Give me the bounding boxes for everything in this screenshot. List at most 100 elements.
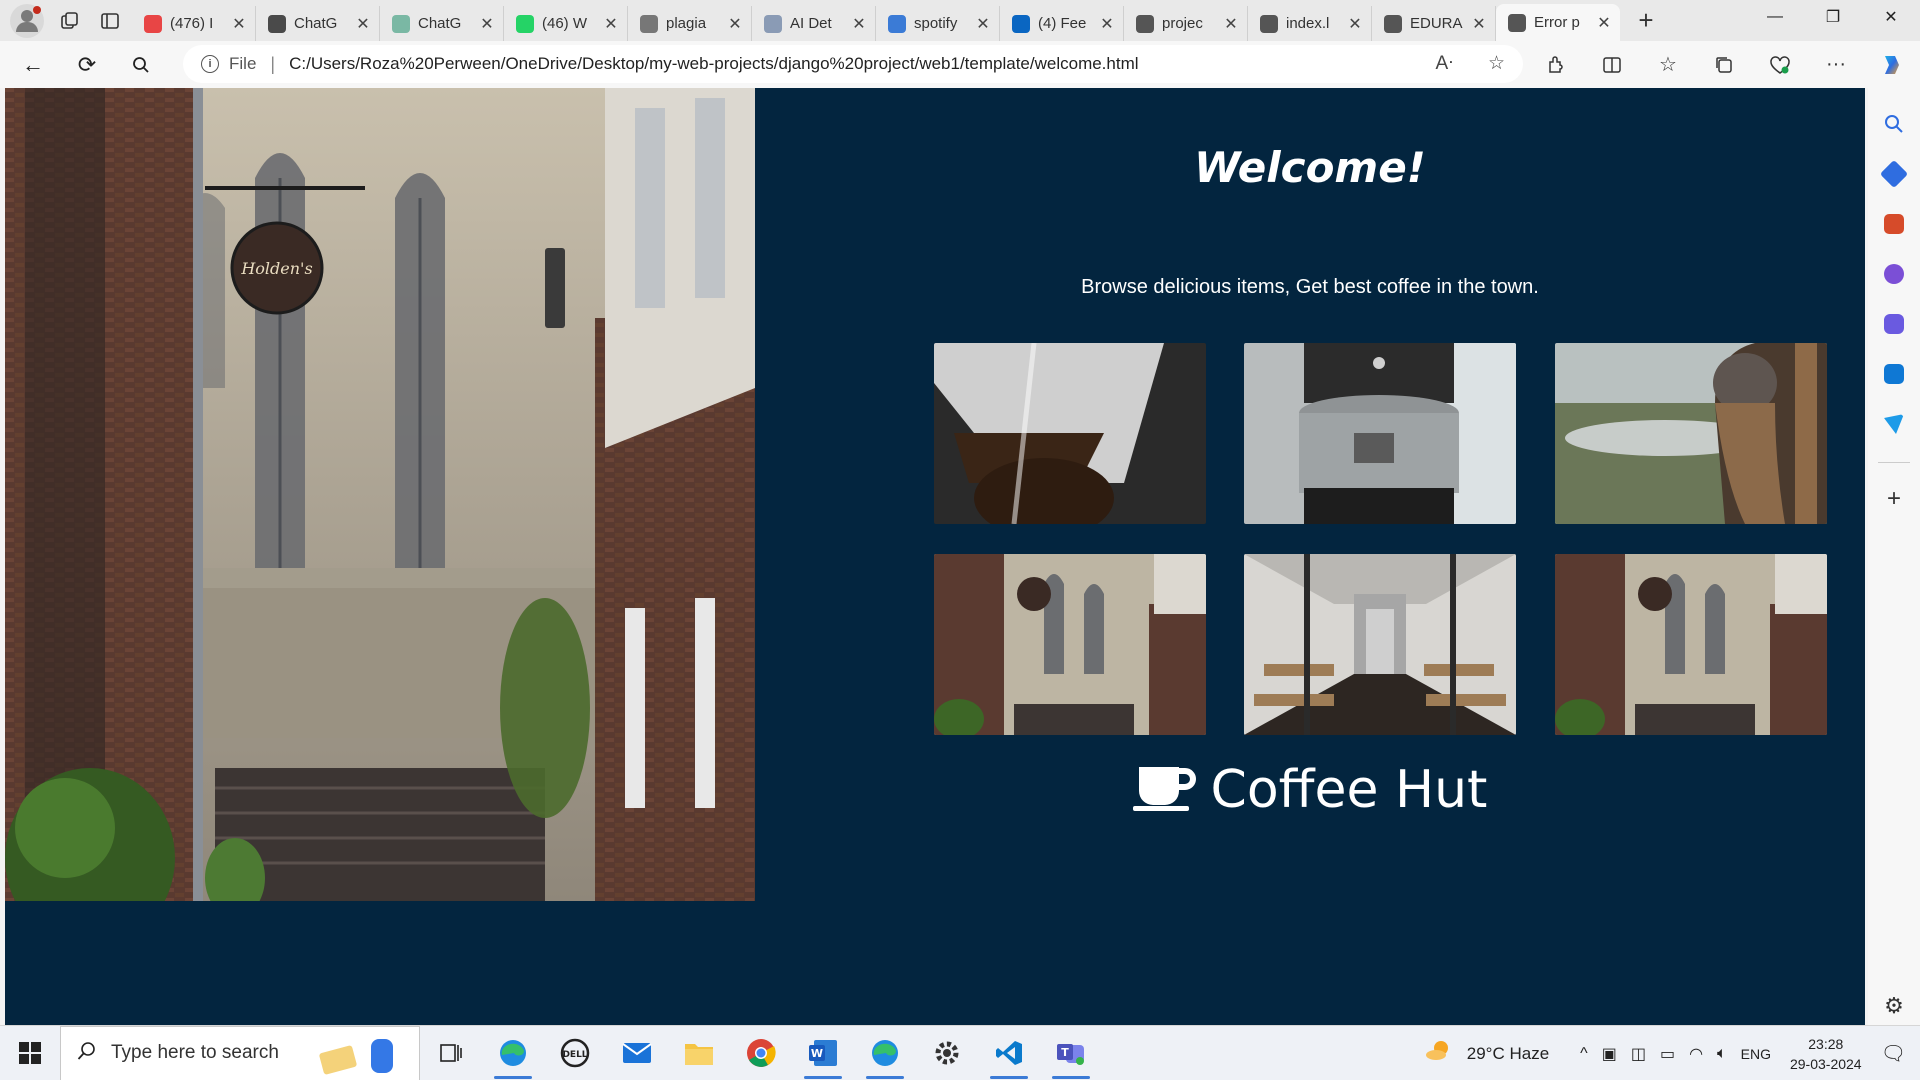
weather-text[interactable]: 29°C Haze xyxy=(1467,1044,1549,1064)
microsoft-365-icon[interactable] xyxy=(1880,310,1908,338)
restore-button[interactable]: ❐ xyxy=(1804,0,1862,34)
drop-icon[interactable] xyxy=(1880,410,1908,438)
address-bar[interactable]: i File | C:/Users/Roza%20Perween/OneDriv… xyxy=(183,45,1523,83)
edge-taskbar-icon[interactable] xyxy=(482,1026,544,1080)
browser-tab[interactable]: plagia ✕ xyxy=(628,6,752,41)
tab-close-icon[interactable]: ✕ xyxy=(479,14,495,34)
mail-icon[interactable] xyxy=(606,1026,668,1080)
tab-close-icon[interactable]: ✕ xyxy=(603,14,619,34)
favorite-star-icon[interactable]: ☆ xyxy=(1488,52,1505,75)
tab-title: EDURA xyxy=(1410,15,1463,32)
browser-tab[interactable]: projec ✕ xyxy=(1124,6,1248,41)
tab-close-icon[interactable]: ✕ xyxy=(851,14,867,34)
edge-dev-icon[interactable] xyxy=(854,1026,916,1080)
tab-close-icon[interactable]: ✕ xyxy=(1347,14,1363,34)
browser-tab[interactable]: Error p ✕ xyxy=(1496,4,1620,41)
minimize-button[interactable]: — xyxy=(1746,0,1804,34)
more-options-icon[interactable]: ··· xyxy=(1808,45,1864,85)
browser-tab[interactable]: (4) Fee ✕ xyxy=(1000,6,1124,41)
gallery-item-coffee-roaster[interactable] xyxy=(1244,343,1516,524)
profile-avatar[interactable] xyxy=(10,3,44,38)
collections-icon[interactable] xyxy=(1696,45,1752,85)
task-view-icon[interactable] xyxy=(420,1026,482,1080)
extensions-icon[interactable] xyxy=(1528,45,1584,85)
tab-close-icon[interactable]: ✕ xyxy=(355,14,371,34)
browser-essentials-icon[interactable] xyxy=(1752,45,1808,85)
tab-close-icon[interactable]: ✕ xyxy=(1471,14,1487,34)
battery-icon[interactable]: ▭ xyxy=(1660,1044,1675,1064)
taskbar-search-placeholder: Type here to search xyxy=(111,1042,279,1063)
outlook-icon[interactable] xyxy=(1880,360,1908,388)
back-icon[interactable]: ← xyxy=(6,45,60,85)
tab-close-icon[interactable]: ✕ xyxy=(1099,14,1115,34)
sidebar-divider xyxy=(1878,462,1910,463)
refresh-icon[interactable]: ⟳ xyxy=(60,45,114,85)
dell-icon[interactable]: DELL xyxy=(544,1026,606,1080)
copilot-icon[interactable] xyxy=(1864,45,1920,85)
workspaces-icon[interactable] xyxy=(56,7,84,35)
gallery-item-pour-over-coffee[interactable] xyxy=(934,343,1206,524)
browser-tab[interactable]: ChatG ✕ xyxy=(256,6,380,41)
coffee-cup-icon xyxy=(1132,765,1197,816)
tab-close-icon[interactable]: ✕ xyxy=(1596,13,1612,33)
close-window-button[interactable]: ✕ xyxy=(1862,0,1920,34)
tab-close-icon[interactable]: ✕ xyxy=(975,14,991,34)
wifi-icon[interactable]: ◠ xyxy=(1689,1044,1703,1064)
settings-icon[interactable] xyxy=(916,1026,978,1080)
plagiarism-icon xyxy=(640,14,658,33)
taskbar-search-box[interactable]: Type here to search xyxy=(60,1025,420,1080)
gallery-item-street-cafe[interactable] xyxy=(934,554,1206,735)
browser-tab[interactable]: (476) I ✕ xyxy=(132,6,256,41)
tab-title: (46) W xyxy=(542,15,587,32)
meet-now-icon[interactable]: ▣ xyxy=(1602,1044,1617,1064)
browser-tab[interactable]: spotify ✕ xyxy=(876,6,1000,41)
weather-sun-icon[interactable] xyxy=(1425,1040,1453,1067)
new-tab-button[interactable]: + xyxy=(1626,3,1666,38)
language-indicator[interactable]: ENG xyxy=(1741,1046,1771,1062)
address-url[interactable]: C:/Users/Roza%20Perween/OneDrive/Desktop… xyxy=(289,54,1138,74)
gallery-item-cafe-interior[interactable] xyxy=(1244,554,1516,735)
sidebar-settings-icon[interactable]: ⚙ xyxy=(1884,993,1904,1019)
games-icon[interactable] xyxy=(1880,260,1908,288)
word-icon[interactable]: W xyxy=(792,1026,854,1080)
whatsapp-icon xyxy=(516,14,534,33)
gallery-item-street-cafe-2[interactable] xyxy=(1555,554,1827,735)
hero-image: Holden's xyxy=(5,88,755,901)
teams-icon[interactable]: T xyxy=(1040,1026,1102,1080)
tab-close-icon[interactable]: ✕ xyxy=(727,14,743,34)
browser-toolbar: ← ⟳ i File | C:/Users/Roza%20Perween/One… xyxy=(0,41,1920,88)
browser-tab[interactable]: index.l ✕ xyxy=(1248,6,1372,41)
volume-icon[interactable]: 🔈︎ xyxy=(1717,1045,1727,1063)
document-icon xyxy=(1260,14,1278,33)
browser-tab[interactable]: ChatG ✕ xyxy=(380,6,504,41)
notifications-icon[interactable]: 🗨︎ xyxy=(1881,1041,1906,1066)
search-icon[interactable] xyxy=(114,45,168,85)
tools-icon[interactable] xyxy=(1880,210,1908,238)
vscode-icon[interactable] xyxy=(978,1026,1040,1080)
browser-tab[interactable]: EDURA ✕ xyxy=(1372,6,1496,41)
windows-start-icon[interactable] xyxy=(0,1026,60,1080)
site-info-icon[interactable]: i xyxy=(201,55,219,73)
favorites-icon[interactable]: ☆ xyxy=(1640,45,1696,85)
file-explorer-icon[interactable] xyxy=(668,1026,730,1080)
chrome-icon[interactable] xyxy=(730,1026,792,1080)
shopping-tag-icon[interactable] xyxy=(1879,159,1909,189)
browser-tab[interactable]: (46) W ✕ xyxy=(504,6,628,41)
show-hidden-icons-icon[interactable]: ^ xyxy=(1580,1045,1588,1063)
brand-logo[interactable]: Coffee Hut xyxy=(755,760,1865,820)
tab-title: plagia xyxy=(666,15,707,32)
tab-close-icon[interactable]: ✕ xyxy=(231,14,247,34)
browser-tab[interactable]: AI Det ✕ xyxy=(752,6,876,41)
add-sidebar-app-icon[interactable]: + xyxy=(1887,485,1901,513)
clock[interactable]: 23:28 29-03-2024 xyxy=(1790,1034,1862,1074)
read-aloud-icon[interactable]: Aᐧ xyxy=(1435,52,1453,75)
chatgpt-icon xyxy=(392,14,410,33)
split-screen-icon[interactable] xyxy=(1584,45,1640,85)
onedrive-status-icon[interactable]: ◫ xyxy=(1631,1044,1646,1064)
gallery-item-woman-landscape[interactable] xyxy=(1555,343,1827,524)
windows-taskbar: Type here to search DELL W T 29°C Haze ^… xyxy=(0,1025,1920,1080)
tab-actions-icon[interactable] xyxy=(96,7,124,35)
search-icon xyxy=(888,14,906,33)
tab-close-icon[interactable]: ✕ xyxy=(1223,14,1239,34)
sidebar-search-icon[interactable] xyxy=(1880,110,1908,138)
